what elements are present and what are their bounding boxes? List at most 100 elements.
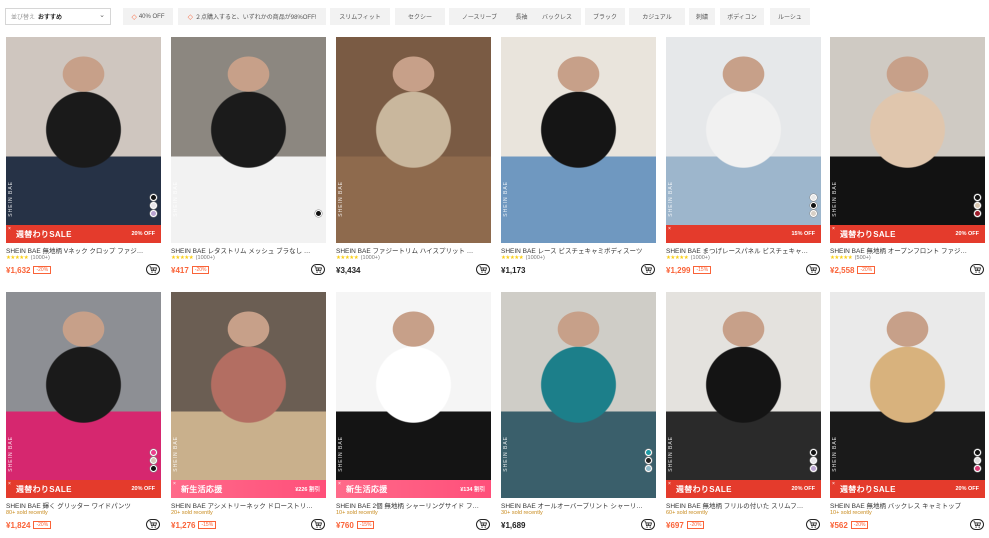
filter-chip[interactable]: バックレス (533, 8, 581, 25)
filter-chip[interactable]: カジュアル (629, 8, 685, 25)
promo-banner: × 週替わりSALE 20% OFF (6, 225, 161, 243)
color-swatch[interactable] (150, 465, 157, 472)
color-swatch[interactable] (810, 194, 817, 201)
color-swatch[interactable] (974, 202, 981, 209)
color-swatch[interactable] (150, 202, 157, 209)
color-swatch[interactable] (150, 457, 157, 464)
filter-chip-label: ブラック (592, 15, 617, 21)
product-name[interactable]: SHEIN BAE 無地柄 Vネック クロップ ファジ… (6, 245, 161, 255)
filter-chip[interactable]: 刺繍 (689, 8, 715, 25)
add-to-cart-icon[interactable] (970, 519, 984, 530)
product-name[interactable]: SHEIN BAE レタストリム メッシュ ブラなし … (171, 245, 326, 255)
add-to-cart-icon[interactable] (476, 264, 490, 275)
filter-chip[interactable]: ルーシュ (770, 8, 810, 25)
color-swatch[interactable] (810, 465, 817, 472)
add-to-cart-icon[interactable] (476, 519, 490, 530)
color-swatch[interactable] (974, 449, 981, 456)
product-name[interactable]: SHEIN BAE 無地柄 オープンフロント ファジ… (830, 245, 985, 255)
product-name[interactable]: SHEIN BAE まつげレースパネル ビスチェキャ… (666, 245, 821, 255)
product-card[interactable]: SHEIN BAE SHEIN BAE ファジートリム ハイスプリット … ★★★★… (336, 37, 491, 277)
product-card[interactable]: SHEIN BAE × 週替わりSALE 20% OFF SHEIN BAE 輝く グリ… (6, 292, 161, 532)
filter-chip[interactable]: ノースリーブ (449, 8, 510, 25)
product-name[interactable]: SHEIN BAE 輝く グリッター ワイドパンツ (6, 500, 161, 510)
product-card[interactable]: SHEIN BAE SHEIN BAE レース ビスチェキャミボディスーツ ★★★★… (501, 37, 656, 277)
add-to-cart-icon[interactable] (641, 519, 655, 530)
add-to-cart-icon[interactable] (311, 264, 325, 275)
price-row: ¥417 -20% (171, 264, 326, 276)
discount-badge: -20% (33, 521, 52, 529)
filter-chip[interactable]: ブラック (585, 8, 625, 25)
color-swatch[interactable] (150, 194, 157, 201)
color-swatch[interactable] (150, 449, 157, 456)
product-image[interactable]: SHEIN BAE × 新生活応援 ¥226 割引 (171, 292, 326, 498)
product-image[interactable]: SHEIN BAE × 週替わりSALE 20% OFF (830, 37, 985, 243)
star-icon: ★★★★★ (501, 255, 524, 261)
filter-chip[interactable]: スリムフィット (330, 8, 390, 25)
color-swatch[interactable] (974, 210, 981, 217)
price-row: ¥1,824 -20% (6, 519, 161, 531)
color-swatch[interactable] (974, 194, 981, 201)
promo-banner: × 週替わりSALE 20% OFF (830, 480, 985, 498)
filter-chip[interactable]: ◇ ２点購入すると、いずれかの商品が98%OFF! (178, 8, 326, 25)
product-rating: ★★★★★ (500+) (830, 255, 871, 261)
product-card[interactable]: SHEIN BAE SHEIN BAE オールオーバープリント シャーリ… 30+ … (501, 292, 656, 532)
product-name[interactable]: SHEIN BAE 無地柄 バックレス キャミトップ (830, 500, 985, 510)
color-swatch[interactable] (645, 457, 652, 464)
product-card[interactable]: SHEIN BAE SHEIN BAE レタストリム メッシュ ブラなし … ★★★… (171, 37, 326, 277)
promo-title: 週替わりSALE (840, 484, 896, 494)
product-name[interactable]: SHEIN BAE ファジートリム ハイスプリット … (336, 245, 491, 255)
filter-chip-label: 40% OFF (138, 13, 165, 20)
add-to-cart-icon[interactable] (311, 519, 325, 530)
color-swatch[interactable] (810, 210, 817, 217)
color-swatch[interactable] (974, 457, 981, 464)
product-card[interactable]: SHEIN BAE × 新生活応援 ¥134 割引 SHEIN BAE 2個 無地柄 シ… (336, 292, 491, 532)
product-image[interactable]: SHEIN BAE × 週替わりSALE 20% OFF (666, 292, 821, 498)
sort-select[interactable]: 並び替え おすすめ ⌄ (5, 8, 111, 25)
filter-chip[interactable]: ボディコン (720, 8, 764, 25)
product-name[interactable]: SHEIN BAE オールオーバープリント シャーリ… (501, 500, 656, 510)
product-card[interactable]: SHEIN BAE × 週替わりSALE 20% OFF SHEIN BAE 無地柄 フ… (666, 292, 821, 532)
close-icon: × (668, 481, 671, 487)
close-icon: × (832, 481, 835, 487)
product-image[interactable]: SHEIN BAE (171, 37, 326, 243)
add-to-cart-icon[interactable] (806, 264, 820, 275)
product-name[interactable]: SHEIN BAE 無地柄 フリルの付いた スリムフ… (666, 500, 821, 510)
product-card[interactable]: SHEIN BAE × 週替わりSALE 20% OFF SHEIN BAE 無地柄 バ… (830, 292, 985, 532)
add-to-cart-icon[interactable] (970, 264, 984, 275)
color-swatch[interactable] (974, 465, 981, 472)
add-to-cart-icon[interactable] (806, 519, 820, 530)
product-image[interactable]: SHEIN BAE (501, 292, 656, 498)
product-image[interactable]: SHEIN BAE × 週替わりSALE 20% OFF (830, 292, 985, 498)
add-to-cart-icon[interactable] (146, 519, 160, 530)
product-price: ¥2,558 (830, 265, 855, 275)
add-to-cart-icon[interactable] (641, 264, 655, 275)
product-image[interactable]: SHEIN BAE (336, 37, 491, 243)
product-image[interactable]: SHEIN BAE × 週替わりSALE 20% OFF (6, 37, 161, 243)
color-swatches (974, 194, 981, 217)
product-card[interactable]: SHEIN BAE × 新生活応援 ¥226 割引 SHEIN BAE アシメトリーネッ… (171, 292, 326, 532)
product-image[interactable]: SHEIN BAE × 15% OFF (666, 37, 821, 243)
product-name[interactable]: SHEIN BAE 2個 無地柄 シャーリングサイド フ… (336, 500, 491, 510)
product-image[interactable]: SHEIN BAE × 週替わりSALE 20% OFF (6, 292, 161, 498)
rating-text: ★★★★★ (1000+) (171, 255, 215, 261)
color-swatch[interactable] (150, 210, 157, 217)
color-swatch[interactable] (810, 449, 817, 456)
product-image[interactable]: SHEIN BAE (501, 37, 656, 243)
promo-discount: 20% OFF (955, 231, 979, 237)
product-name[interactable]: SHEIN BAE レース ビスチェキャミボディスーツ (501, 245, 656, 255)
color-swatch[interactable] (645, 449, 652, 456)
product-card[interactable]: SHEIN BAE × 週替わりSALE 20% OFF SHEIN BAE 無地柄 オ… (830, 37, 985, 277)
price-row: ¥760 -15% (336, 519, 491, 531)
product-image[interactable]: SHEIN BAE × 新生活応援 ¥134 割引 (336, 292, 491, 498)
filter-chip[interactable]: ◇ 40% OFF (123, 8, 173, 25)
add-to-cart-icon[interactable] (146, 264, 160, 275)
product-card[interactable]: SHEIN BAE × 15% OFF SHEIN BAE まつげレースパネル ビスチ… (666, 37, 821, 277)
color-swatch[interactable] (645, 465, 652, 472)
filter-chip[interactable]: セクシー (395, 8, 445, 25)
color-swatch[interactable] (810, 457, 817, 464)
product-name[interactable]: SHEIN BAE アシメトリーネック ドローストリ… (171, 500, 326, 510)
color-swatches (315, 210, 322, 217)
product-card[interactable]: SHEIN BAE × 週替わりSALE 20% OFF SHEIN BAE 無地柄 V… (6, 37, 161, 277)
color-swatch[interactable] (810, 202, 817, 209)
color-swatch[interactable] (315, 210, 322, 217)
